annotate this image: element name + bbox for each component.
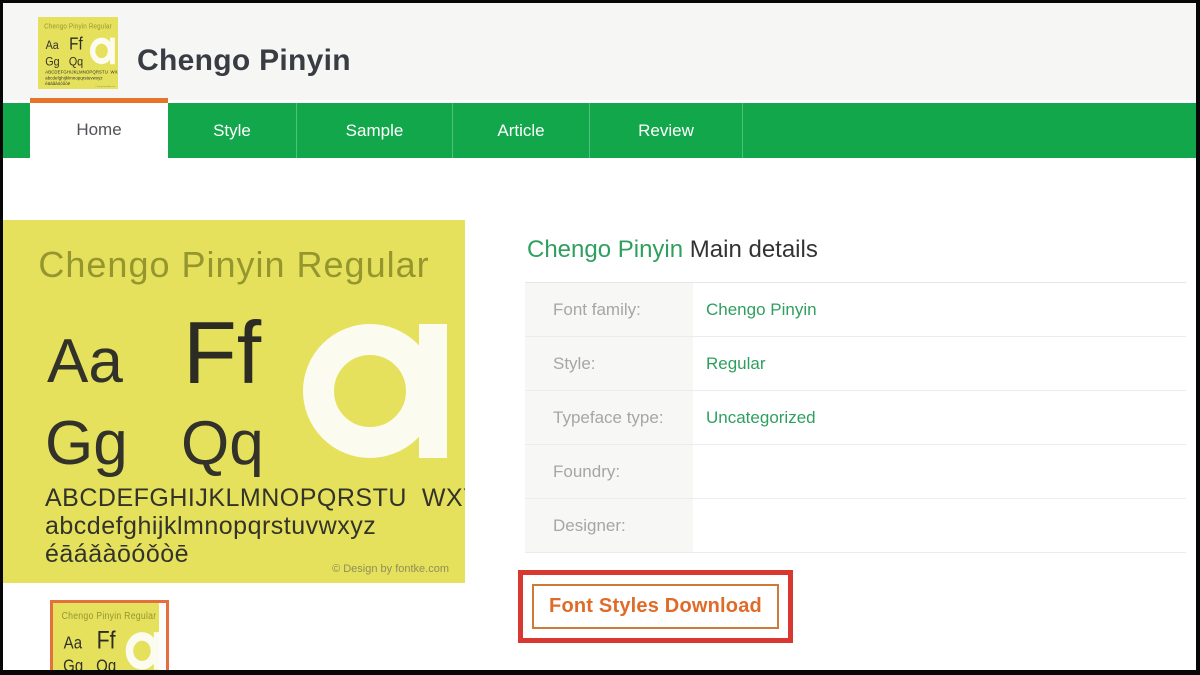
preview-credit: © Design by fontke.com bbox=[332, 563, 449, 575]
heading-font-name: Chengo Pinyin bbox=[527, 236, 683, 263]
preview-alphabet: ABCDEFGHIJKLMNOPQRSTU WXYZabcdefghijklmn… bbox=[45, 484, 465, 568]
font-preview-thumbnail-header: Chengo Pinyin Regular Aa Ff Gg Qq ABCDEF… bbox=[38, 17, 118, 89]
heading-rest: Main details bbox=[690, 236, 818, 263]
preview-title: Chengo Pinyin Regular bbox=[38, 22, 118, 30]
preview-letters-gg: Gg bbox=[45, 54, 59, 68]
thumbnail-edge bbox=[159, 603, 166, 675]
table-row: Font family: Chengo Pinyin bbox=[525, 283, 1186, 337]
table-row: Style: Regular bbox=[525, 337, 1186, 391]
page-title: Chengo Pinyin bbox=[137, 44, 351, 78]
tab-style[interactable]: Style bbox=[168, 103, 297, 158]
style-link[interactable]: Regular bbox=[693, 354, 766, 374]
page: Chengo Pinyin Regular Aa Ff Gg Qq ABCDEF… bbox=[0, 0, 1200, 675]
preview-letters-ff: Ff bbox=[69, 33, 83, 53]
tab-review[interactable]: Review bbox=[590, 103, 743, 158]
main-details-heading: Chengo Pinyin Main details bbox=[527, 236, 818, 264]
details-table: Font family: Chengo Pinyin Style: Regula… bbox=[525, 282, 1186, 553]
preview-letters-aa: Aa bbox=[64, 633, 82, 653]
typeface-type-link[interactable]: Uncategorized bbox=[693, 408, 816, 428]
font-preview-mini: Chengo Pinyin Regular Aa Ff Gg Qq ABCDEF… bbox=[38, 17, 118, 89]
tab-article[interactable]: Article bbox=[453, 103, 590, 158]
row-label: Designer: bbox=[525, 499, 693, 552]
screenshot-border bbox=[0, 0, 1200, 3]
row-label: Font family: bbox=[525, 283, 693, 336]
preview-alphabet: ABCDEFGHIJKLMNOPQRSTU WXYZabcdefghijklmn… bbox=[45, 69, 118, 86]
preview-letters-qq: Qq bbox=[69, 54, 83, 68]
preview-letters-ff: Ff bbox=[97, 626, 116, 655]
tab-sample[interactable]: Sample bbox=[297, 103, 453, 158]
preview-credit: © Design by fontke.com bbox=[95, 85, 115, 87]
annotation-highlight-box: Font Styles Download bbox=[518, 570, 793, 643]
preview-letters-aa: Aa bbox=[47, 326, 123, 397]
preview-letters-qq: Qq bbox=[181, 408, 264, 479]
preview-title: Chengo Pinyin Regular bbox=[53, 610, 165, 622]
font-styles-download-button[interactable]: Font Styles Download bbox=[532, 584, 779, 629]
a-glyph bbox=[126, 632, 161, 670]
row-label: Typeface type: bbox=[525, 391, 693, 444]
font-preview-mini: Chengo Pinyin Regular Aa Ff Gg Qq ABCDEF… bbox=[53, 603, 165, 675]
preview-letters-aa: Aa bbox=[46, 38, 59, 52]
table-row: Designer: bbox=[525, 499, 1186, 553]
screenshot-border bbox=[0, 670, 1200, 675]
preview-letters-gg: Gg bbox=[45, 408, 128, 479]
screenshot-border bbox=[1196, 0, 1200, 675]
header: Chengo Pinyin Regular Aa Ff Gg Qq ABCDEF… bbox=[3, 3, 1196, 100]
font-preview-image: Chengo Pinyin Regular Aa Ff Gg Qq ABCDEF… bbox=[3, 220, 465, 583]
font-family-link[interactable]: Chengo Pinyin bbox=[693, 300, 817, 320]
tab-home[interactable]: Home bbox=[30, 98, 168, 158]
preview-letters-ff: Ff bbox=[183, 302, 261, 404]
preview-title: Chengo Pinyin Regular bbox=[3, 244, 465, 286]
row-label: Foundry: bbox=[525, 445, 693, 498]
row-label: Style: bbox=[525, 337, 693, 390]
table-row: Foundry: bbox=[525, 445, 1186, 499]
font-preview-thumbnail-selected[interactable]: Chengo Pinyin Regular Aa Ff Gg Qq ABCDEF… bbox=[50, 600, 169, 675]
a-glyph bbox=[90, 38, 115, 65]
screenshot-border bbox=[0, 0, 3, 675]
table-row: Typeface type: Uncategorized bbox=[525, 391, 1186, 445]
a-glyph bbox=[303, 324, 447, 458]
